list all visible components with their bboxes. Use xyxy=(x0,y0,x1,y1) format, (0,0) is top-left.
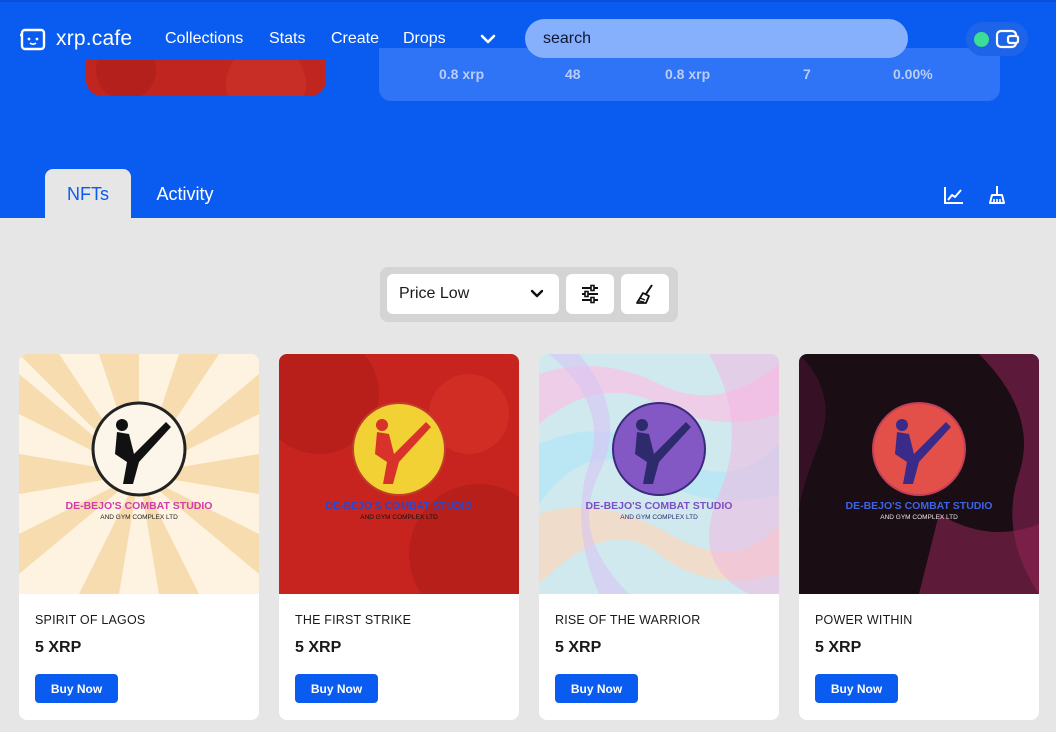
wallet-status-dot xyxy=(974,32,989,47)
top-navbar: xrp.cafe Collections Stats Create Drops xyxy=(0,2,1056,74)
nft-price: 5 XRP xyxy=(555,639,602,656)
nft-name: RISE OF THE WARRIOR xyxy=(555,613,701,627)
sliders-icon xyxy=(582,284,598,304)
sweep-button[interactable] xyxy=(621,274,669,314)
nft-price: 5 XRP xyxy=(295,639,342,656)
nav-collections[interactable]: Collections xyxy=(165,30,243,48)
nft-image: DE-BEJO'S COMBAT STUDIO AND GYM COMPLEX … xyxy=(539,354,779,594)
nft-image: DE-BEJO'S COMBAT STUDIO AND GYM COMPLEX … xyxy=(799,354,1039,594)
nav-drops[interactable]: Drops xyxy=(403,30,446,48)
sweep-icon[interactable] xyxy=(984,183,1008,207)
nft-card[interactable]: DE-BEJO'S COMBAT STUDIO AND GYM COMPLEX … xyxy=(539,354,779,720)
nft-logo-subtext: AND GYM COMPLEX LTD xyxy=(100,514,178,521)
tab-nfts[interactable]: NFTs xyxy=(45,169,131,220)
sort-dropdown[interactable]: Price Low xyxy=(387,274,559,314)
buy-now-button[interactable]: Buy Now xyxy=(295,674,378,703)
nav-stats[interactable]: Stats xyxy=(269,30,305,48)
nft-logo-text: DE-BEJO'S COMBAT STUDIO xyxy=(586,500,733,512)
search-input[interactable] xyxy=(525,19,908,58)
tab-activity[interactable]: Activity xyxy=(131,169,239,220)
filter-settings-button[interactable] xyxy=(566,274,614,314)
chevron-down-icon[interactable] xyxy=(478,32,498,46)
nft-logo-text: DE-BEJO'S COMBAT STUDIO xyxy=(846,500,993,512)
nft-name: SPIRIT OF LAGOS xyxy=(35,613,146,627)
nft-image: DE-BEJO'S COMBAT STUDIO AND GYM COMPLEX … xyxy=(19,354,259,594)
nft-logo-text: DE-BEJO'S COMBAT STUDIO xyxy=(66,500,213,512)
buy-now-button[interactable]: Buy Now xyxy=(555,674,638,703)
nft-price: 5 XRP xyxy=(35,639,82,656)
nft-card[interactable]: DE-BEJO'S COMBAT STUDIO AND GYM COMPLEX … xyxy=(19,354,259,720)
chevron-down-icon xyxy=(530,289,544,298)
nft-card[interactable]: DE-BEJO'S COMBAT STUDIO AND GYM COMPLEX … xyxy=(279,354,519,720)
filter-toolbar: Price Low xyxy=(380,267,678,322)
nft-logo-subtext: AND GYM COMPLEX LTD xyxy=(880,514,958,521)
buy-now-button[interactable]: Buy Now xyxy=(815,674,898,703)
broom-icon xyxy=(636,284,653,304)
nft-name: POWER WITHIN xyxy=(815,613,913,627)
nft-price: 5 XRP xyxy=(815,639,862,656)
brand-logo[interactable]: xrp.cafe xyxy=(19,26,132,52)
coffee-mug-icon xyxy=(20,28,46,51)
sort-selected-value: Price Low xyxy=(399,285,470,302)
nav-create[interactable]: Create xyxy=(331,30,379,48)
wallet-button[interactable] xyxy=(966,22,1028,56)
nft-logo-subtext: AND GYM COMPLEX LTD xyxy=(620,514,698,521)
nft-name: THE FIRST STRIKE xyxy=(295,613,412,627)
buy-now-button[interactable]: Buy Now xyxy=(35,674,118,703)
nft-image: DE-BEJO'S COMBAT STUDIO AND GYM COMPLEX … xyxy=(279,354,519,594)
wallet-icon xyxy=(995,29,1020,49)
nft-logo-subtext: AND GYM COMPLEX LTD xyxy=(360,514,438,521)
brand-name: xrp.cafe xyxy=(56,27,133,50)
nft-card[interactable]: DE-BEJO'S COMBAT STUDIO AND GYM COMPLEX … xyxy=(799,354,1039,720)
chart-line-icon[interactable] xyxy=(942,183,966,207)
nft-logo-text: DE-BEJO'S COMBAT STUDIO xyxy=(326,500,473,512)
